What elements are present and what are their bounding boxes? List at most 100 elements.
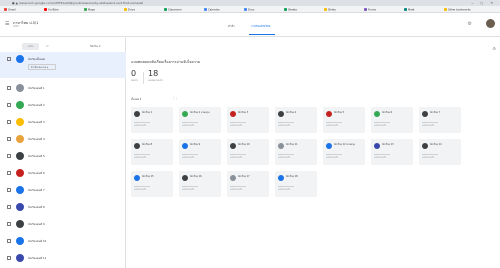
browser-url[interactable]: ● ▲ classroom.google.com/c/MTEx/a/MjIy/s… — [12, 1, 143, 5]
student-name: นักเรียนคนที่ 6 — [28, 172, 45, 175]
student-submission-card[interactable]: นักเรียน 7 มอบหมายแล้ว — [419, 107, 461, 133]
bookmark-favicon-icon — [4, 8, 7, 11]
status-filter-dropdown[interactable]: ทั้งหมด ▾ — [131, 98, 141, 102]
student-submission-card[interactable]: นักเรียน 16 มอบหมายแล้ว — [179, 171, 221, 197]
stat-label: ส่งแล้ว — [131, 79, 138, 82]
student-checkbox[interactable] — [7, 86, 11, 90]
student-name: นักเรียน 1 — [142, 111, 153, 114]
bookmark-item[interactable]: Maps — [84, 8, 95, 12]
bookmark-favicon-icon — [204, 8, 207, 11]
bookmark-label: Slides — [328, 8, 336, 12]
student-avatar — [374, 143, 380, 149]
student-submission-card[interactable]: นักเรียน 17 มอบหมายแล้ว — [227, 171, 269, 197]
submission-status: มอบหมายแล้ว — [374, 125, 387, 127]
student-submission-card[interactable]: นักเรียน 2 นามสกุล มอบหมายแล้ว — [179, 107, 221, 133]
menu-icon[interactable]: ☰ — [5, 21, 9, 27]
student-checkbox[interactable] — [7, 239, 11, 243]
status-divider — [182, 186, 198, 187]
status-divider — [134, 186, 150, 187]
student-checkbox[interactable] — [7, 188, 11, 192]
sidebar-student-row[interactable]: นักเรียนคนที่ 9 — [0, 217, 126, 234]
student-name: นักเรียน 9 — [190, 143, 201, 146]
window-controls[interactable]: ‒ ▢ ✕ — [471, 1, 496, 5]
bookmark-item[interactable]: Drive — [124, 8, 135, 12]
student-checkbox[interactable] — [7, 137, 11, 141]
submission-status: มอบหมายแล้ว — [134, 189, 147, 191]
status-divider — [182, 122, 198, 123]
student-checkbox[interactable] — [7, 222, 11, 226]
student-submission-card[interactable]: นักเรียน 11 มอบหมายแล้ว — [275, 139, 317, 165]
bookmark-item[interactable]: YouTube — [44, 8, 59, 12]
student-checkbox[interactable] — [7, 171, 11, 175]
sidebar-student-row[interactable]: นักเรียนคนที่ 4 — [0, 132, 126, 149]
gear-icon[interactable]: ⚙ — [468, 21, 472, 27]
submission-status: มอบหมายแล้ว — [230, 125, 243, 127]
status-divider — [230, 186, 246, 187]
student-submission-card[interactable]: นักเรียน 3 มอบหมายแล้ว — [227, 107, 269, 133]
tab-student-work[interactable]: งานของนักเรียน — [251, 24, 270, 29]
sidebar-student-row[interactable]: นักเรียนคนที่ 2 — [0, 98, 126, 115]
submission-status: มอบหมายแล้ว — [182, 189, 195, 191]
student-name: นักเรียน 13 — [382, 143, 394, 146]
stat-label: มอบหมายแล้ว — [148, 79, 163, 82]
student-checkbox[interactable] — [7, 154, 11, 158]
student-submission-card[interactable]: นักเรียน 8 มอบหมายแล้ว — [131, 139, 173, 165]
mail-icon[interactable]: ✉ — [46, 44, 49, 48]
sidebar-student-row[interactable]: นักเรียนทั้งหมด ตัวเลือกคะแนน ▾ — [0, 52, 126, 78]
sidebar-student-row[interactable]: นักเรียนคนที่ 8 — [0, 200, 126, 217]
student-checkbox[interactable] — [7, 205, 11, 209]
student-avatar — [182, 143, 188, 149]
bookmark-item[interactable]: Calendar — [204, 8, 220, 12]
submission-status: มอบหมายแล้ว — [326, 125, 339, 127]
sidebar-student-row[interactable]: นักเรียนคนที่ 3 — [0, 115, 126, 132]
bookmark-item[interactable]: Docs — [244, 8, 254, 12]
sidebar-student-row[interactable]: นักเรียนคนที่ 11 — [0, 251, 126, 268]
bookmark-item[interactable]: Other bookmarks — [444, 8, 471, 12]
bookmark-item[interactable]: Meet — [404, 8, 414, 12]
bookmark-item[interactable]: Forms — [364, 8, 376, 12]
bookmark-label: Meet — [408, 8, 415, 12]
student-name: นักเรียนคนที่ 8 — [28, 206, 45, 209]
student-checkbox[interactable] — [7, 57, 11, 61]
folder-icon[interactable]: 🗀 — [173, 96, 177, 103]
student-submission-card[interactable]: นักเรียน 13 มอบหมายแล้ว — [371, 139, 413, 165]
bookmark-item[interactable]: Classroom — [164, 8, 182, 12]
student-avatar — [374, 111, 380, 117]
student-submission-card[interactable]: นักเรียน 12 นามสกุล มอบหมายแล้ว — [323, 139, 365, 165]
student-submission-card[interactable]: นักเรียน 1 มอบหมายแล้ว — [131, 107, 173, 133]
bookmark-label: Maps — [88, 8, 95, 12]
student-submission-card[interactable]: นักเรียน 14 มอบหมายแล้ว — [419, 139, 461, 165]
student-checkbox[interactable] — [7, 120, 11, 124]
account-avatar[interactable] — [486, 19, 495, 28]
submission-status: มอบหมายแล้ว — [326, 157, 339, 159]
sidebar-student-row[interactable]: นักเรียนคนที่ 6 — [0, 166, 126, 183]
student-avatar — [16, 101, 24, 109]
student-name: นักเรียน 15 — [142, 175, 154, 178]
student-submission-card[interactable]: นักเรียน 9 มอบหมายแล้ว — [179, 139, 221, 165]
tab-instructions[interactable]: คำสั่ง — [228, 24, 235, 29]
sidebar-student-row[interactable]: นักเรียนคนที่ 5 — [0, 149, 126, 166]
student-submission-card[interactable]: นักเรียน 15 มอบหมายแล้ว — [131, 171, 173, 197]
sidebar-student-row[interactable]: นักเรียนคนที่ 7 — [0, 183, 126, 200]
student-submission-card[interactable]: นักเรียน 5 มอบหมายแล้ว — [323, 107, 365, 133]
bookmark-item[interactable]: Slides — [324, 8, 336, 12]
student-submission-card[interactable]: นักเรียน 4 มอบหมายแล้ว — [275, 107, 317, 133]
bookmark-item[interactable]: Sheets — [284, 8, 297, 12]
student-name: นักเรียน 2 นามสกุล — [190, 111, 210, 114]
return-button[interactable]: ส่งคืน — [22, 43, 39, 50]
bookmark-label: Other bookmarks — [448, 8, 471, 12]
student-submission-card[interactable]: นักเรียน 6 มอบหมายแล้ว — [371, 107, 413, 133]
student-checkbox[interactable] — [7, 256, 11, 260]
status-divider — [182, 154, 198, 155]
student-submission-card[interactable]: นักเรียน 18 มอบหมายแล้ว — [275, 171, 317, 197]
sidebar-student-row[interactable]: นักเรียนคนที่ 1 — [0, 81, 126, 98]
bookmark-item[interactable]: Gmail — [4, 8, 16, 12]
status-divider — [134, 154, 150, 155]
student-checkbox[interactable] — [7, 103, 11, 107]
student-submission-card[interactable]: นักเรียน 10 มอบหมายแล้ว — [227, 139, 269, 165]
settings-gear-icon[interactable]: ⚙ — [492, 46, 496, 51]
grade-options-dropdown[interactable]: ตัวเลือกคะแนน ▾ — [28, 64, 56, 70]
sort-dropdown[interactable]: จัดเรียง ▾ — [90, 45, 100, 49]
sidebar-student-row[interactable]: นักเรียนคนที่ 10 — [0, 234, 126, 251]
student-avatar — [182, 175, 188, 181]
